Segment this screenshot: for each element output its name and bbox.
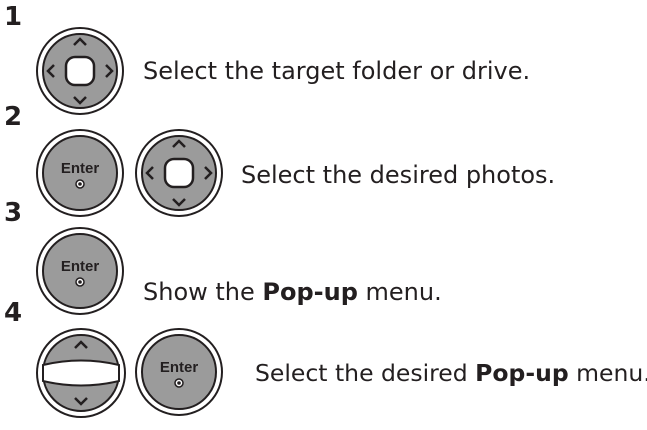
step-4-text-bold: Pop-up xyxy=(475,359,569,387)
step-4-text-after: menu. xyxy=(568,359,647,387)
enter-button-icon: Enter xyxy=(35,226,125,316)
step-3-instruction: Show the Pop-up menu. xyxy=(143,280,442,304)
enter-button-icon: Enter xyxy=(134,327,224,417)
step-4-instruction: Select the desired Pop-up menu. xyxy=(255,359,647,387)
step-2-number: 2 xyxy=(4,102,23,132)
enter-label: Enter xyxy=(160,359,199,376)
step-3-text-after: menu. xyxy=(357,278,442,306)
step-4-number: 4 xyxy=(4,298,23,328)
navigation-pad-icon xyxy=(35,26,125,116)
step-3-text-before: Show the xyxy=(143,278,263,306)
step-4-text-before: Select the desired xyxy=(255,359,476,387)
enter-label: Enter xyxy=(61,258,100,275)
navigation-pad-icon xyxy=(134,128,224,218)
enter-label: Enter xyxy=(61,160,100,177)
step-3-text-bold: Pop-up xyxy=(262,278,358,306)
enter-button-icon: Enter xyxy=(35,128,125,218)
step-1-instruction: Select the target folder or drive. xyxy=(143,57,531,85)
step-2-instruction: Select the desired photos. xyxy=(241,161,556,189)
step-1-number: 1 xyxy=(4,2,23,32)
step-3-number: 3 xyxy=(4,198,23,228)
up-down-button-icon xyxy=(35,327,127,419)
